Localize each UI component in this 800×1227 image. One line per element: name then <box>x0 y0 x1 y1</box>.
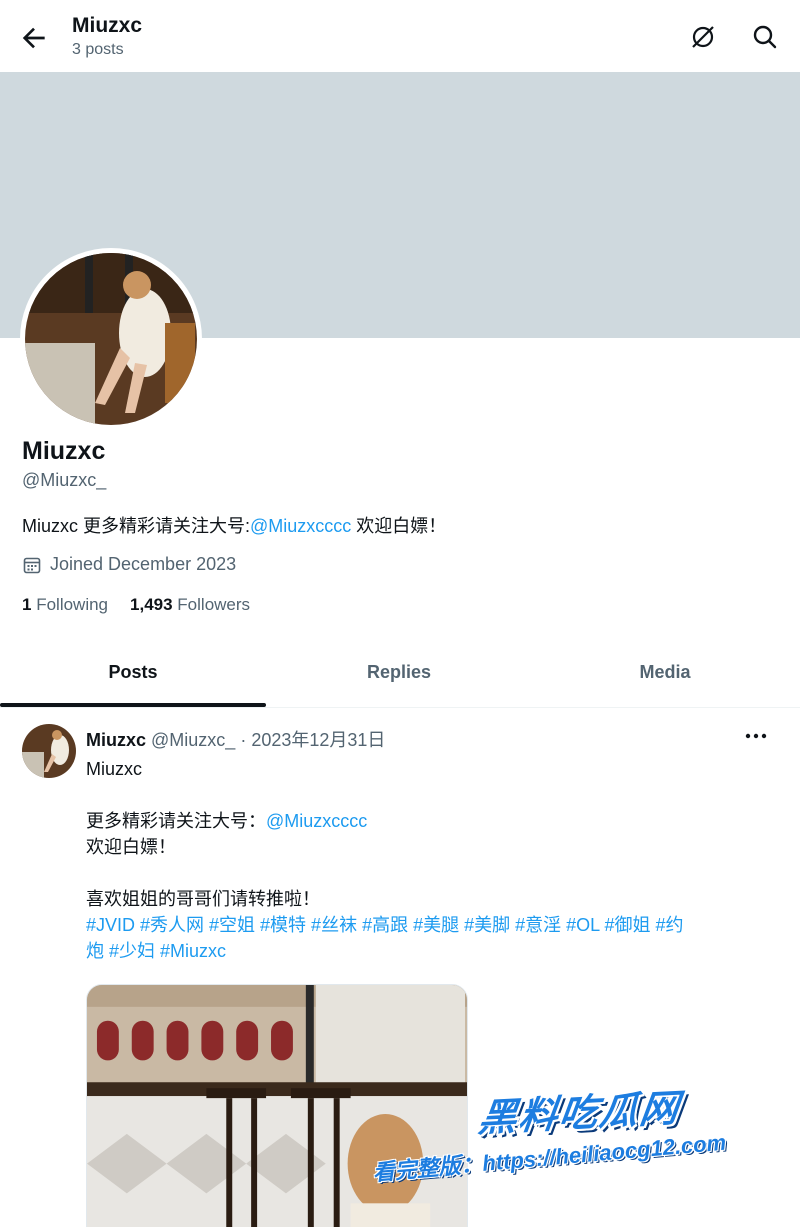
more-horizontal-icon <box>745 733 767 739</box>
tweet-avatar-photo <box>22 724 76 778</box>
notifications-off-icon <box>692 26 714 48</box>
back-button[interactable] <box>18 22 50 54</box>
bio-text-prefix: Miuzxc 更多精彩请关注大号: <box>22 516 251 536</box>
tweet-author-name[interactable]: Miuzxc <box>86 730 146 750</box>
tweet-more-button[interactable] <box>742 724 770 748</box>
tab-replies[interactable]: Replies <box>266 640 532 708</box>
following-link[interactable]: 1 Following <box>22 595 108 614</box>
active-tab-indicator <box>0 703 266 707</box>
tweet-header: Miuzxc @Miuzxc_ · 2023年12月31日 <box>86 726 385 752</box>
avatar-photo <box>25 253 197 425</box>
profile-name: Miuzxc <box>22 437 106 465</box>
top-bar: Miuzxc 3 posts <box>0 0 800 72</box>
bio-mention-link[interactable]: @Miuzxcccc <box>250 516 351 536</box>
tweet-hashtags[interactable]: #JVID #秀人网 #空姐 #模特 #丝袜 #高跟 #美腿 #美脚 #意淫 #… <box>86 912 786 938</box>
tweet-line: 更多精彩请关注大号：@Miuzxcccc <box>86 808 786 834</box>
arrow-left-icon <box>22 27 45 49</box>
tweet-mention-link[interactable]: @Miuzxcccc <box>266 811 367 831</box>
followers-count: 1,493 <box>130 595 173 614</box>
joined-date: Joined December 2023 <box>22 554 236 575</box>
watermark-overlay: 黑料吃瓜网 看完整版：https://heiliaocg12.com <box>372 1078 792 1218</box>
tweet-avatar[interactable] <box>22 724 76 778</box>
bio-text-suffix: 欢迎白嫖！ <box>351 516 447 536</box>
tweet-author-handle[interactable]: @Miuzxc_ <box>151 730 235 750</box>
tweet-line: 喜欢姐姐的哥哥们请转推啦！ <box>86 889 320 909</box>
tab-media[interactable]: Media <box>532 640 798 708</box>
follow-stats: 1 Following 1,493 Followers <box>22 595 250 615</box>
header-title: Miuzxc <box>72 14 143 37</box>
tweet-line: Miuzxc <box>86 759 143 779</box>
tweet-hashtags[interactable]: 炮 #少妇 #Miuzxc <box>86 938 786 964</box>
notifications-button[interactable] <box>688 22 718 52</box>
profile-handle: @Miuzxc_ <box>22 470 107 490</box>
post-count: 3 posts <box>72 41 124 58</box>
followers-link[interactable]: 1,493 Followers <box>130 595 250 614</box>
followers-label: Followers <box>177 595 251 614</box>
tweet-text: Miuzxc 更多精彩请关注大号：@Miuzxcccc 欢迎白嫖！ 喜欢姐姐的哥… <box>86 756 786 964</box>
calendar-icon <box>23 557 41 573</box>
following-count: 1 <box>22 595 32 614</box>
tab-posts[interactable]: Posts <box>0 640 266 708</box>
tweet-line: 欢迎白嫖！ <box>86 837 176 857</box>
search-button[interactable] <box>750 22 780 52</box>
joined-text: Joined December 2023 <box>50 554 237 574</box>
following-label: Following <box>36 595 109 614</box>
tweet-date[interactable]: 2023年12月31日 <box>251 730 385 750</box>
tweet-line-text: 更多精彩请关注大号： <box>86 811 266 831</box>
search-icon <box>753 25 777 49</box>
tweet-separator: · <box>235 730 252 750</box>
profile-tabs: Posts Replies Media <box>0 640 800 708</box>
profile-bio: Miuzxc 更多精彩请关注大号:@Miuzxcccc 欢迎白嫖！ <box>22 512 446 538</box>
profile-avatar[interactable] <box>20 248 202 430</box>
